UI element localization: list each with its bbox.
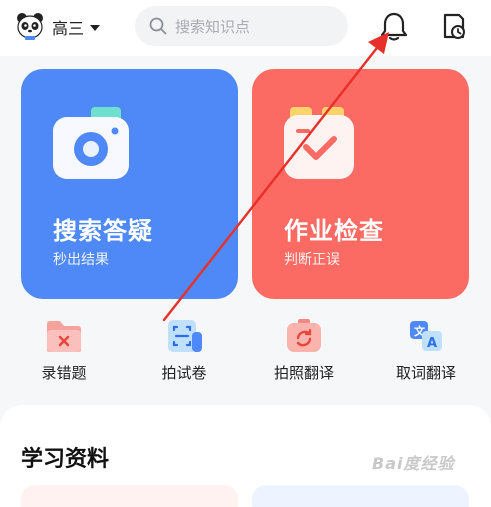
word-translate-icon: 文 A — [410, 321, 442, 351]
search-answer-card[interactable]: 搜索答疑 秒出结果 — [21, 69, 238, 299]
search-answer-title: 搜索答疑 — [53, 217, 153, 245]
camera-icon — [53, 107, 129, 179]
tool-word-translate[interactable]: 文 A 取词翻译 — [376, 312, 476, 383]
folder-x-icon — [47, 321, 81, 352]
tool-record-mistakes[interactable]: 录错题 — [14, 312, 114, 383]
scan-paper-icon — [168, 320, 202, 352]
tool-row: 录错题 拍试卷 拍照翻译 文 A 取词翻译 — [0, 312, 491, 392]
tool-label: 拍试卷 — [161, 364, 207, 382]
tool-photo-translate[interactable]: 拍照翻译 — [254, 312, 354, 383]
search-answer-subtitle: 秒出结果 — [53, 252, 109, 268]
watermark-logo: Bai度经验 — [372, 454, 455, 473]
history-icon[interactable] — [440, 11, 468, 41]
material-card-left[interactable] — [21, 485, 238, 507]
tool-label: 取词翻译 — [395, 364, 456, 382]
tool-label: 拍照翻译 — [273, 364, 334, 382]
tool-scan-paper[interactable]: 拍试卷 — [134, 312, 234, 383]
tool-label: 录错题 — [41, 364, 87, 382]
photo-translate-icon — [287, 319, 321, 352]
section-title: 学习资料 — [21, 447, 110, 472]
bell-icon[interactable] — [379, 10, 409, 42]
homework-check-subtitle: 判断正误 — [284, 252, 340, 268]
search-icon — [149, 17, 167, 35]
homework-check-title: 作业检查 — [284, 217, 384, 245]
search-bar[interactable]: 搜索知识点 — [135, 6, 348, 46]
caret-down-icon — [90, 25, 101, 31]
search-placeholder: 搜索知识点 — [175, 17, 251, 36]
homework-check-card[interactable]: 作业检查 判断正误 — [252, 69, 469, 299]
top-bar: 高三 搜索知识点 — [0, 0, 491, 56]
svg-text:A: A — [427, 336, 437, 351]
panda-avatar-icon[interactable] — [16, 12, 44, 40]
grade-selector[interactable]: 高三 — [52, 15, 101, 39]
checklist-icon — [284, 107, 354, 179]
material-card-right[interactable] — [252, 485, 469, 507]
grade-label: 高三 — [52, 19, 85, 38]
